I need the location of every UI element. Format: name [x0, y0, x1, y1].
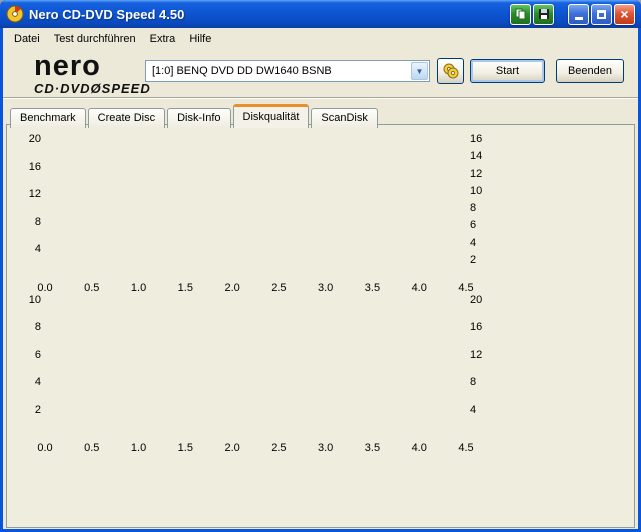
menubar: Datei Test durchführen Extra Hilfe [3, 28, 638, 49]
drive-select-value: [1:0] BENQ DVD DD DW1640 BSNB [152, 65, 332, 77]
quit-button[interactable]: Beenden [556, 59, 624, 83]
tab-scandisk[interactable]: ScanDisk [311, 108, 378, 128]
tabstrip: Benchmark Create Disc Disk-Info Diskqualitä… [10, 104, 380, 128]
x-axis-tick-label: 2.0 [224, 442, 240, 454]
tab-disk-info[interactable]: Disk-Info [167, 108, 231, 128]
y-axis-tick-label: 8 [470, 202, 477, 214]
y-axis-tick-label: 12 [470, 348, 483, 361]
y-axis-tick-label: 8 [470, 376, 477, 389]
save-results-button[interactable] [533, 3, 554, 25]
x-axis-tick-label: 4.0 [411, 442, 427, 454]
y-axis-tick-label: 16 [470, 321, 483, 334]
x-axis-tick-label: 3.0 [318, 282, 334, 294]
y-axis-tick-label: 6 [470, 219, 477, 232]
cdspeed-logo-text: CD·DVDØSPEED [34, 81, 151, 96]
x-axis-tick-label: 4.0 [411, 282, 427, 294]
minimize-button[interactable] [568, 3, 589, 25]
maximize-icon [597, 9, 606, 19]
minimize-icon [574, 17, 583, 20]
y-axis-tick-label: 10 [470, 184, 483, 197]
app-window: Nero CD-DVD Speed 4.50 × Datei Test durc… [0, 0, 641, 532]
y-axis-tick-label: 4 [34, 243, 41, 256]
y-axis-tick-label: 8 [34, 215, 41, 228]
x-axis-tick-label: 1.0 [130, 282, 147, 294]
chevron-down-icon[interactable]: ▼ [411, 62, 428, 80]
y-axis-tick-label: 12 [470, 167, 483, 180]
y-axis-tick-label: 4 [34, 376, 41, 389]
x-axis-tick-label: 4.5 [458, 282, 474, 294]
y-axis-tick-label: 8 [34, 321, 41, 334]
menu-item-test-durchführen[interactable]: Test durchführen [47, 31, 143, 47]
y-axis-tick-label: 4 [470, 403, 477, 416]
x-axis-tick-label: 0.0 [37, 442, 53, 454]
app-icon [6, 5, 24, 23]
y-axis-tick-label: 12 [28, 188, 41, 201]
x-axis-tick-label: 0.0 [37, 282, 53, 294]
close-button[interactable]: × [614, 3, 635, 25]
drive-select[interactable]: [1:0] BENQ DVD DD DW1640 BSNB ▼ [145, 60, 430, 82]
y-axis-tick-label: 2 [34, 403, 41, 416]
x-axis-tick-label: 3.5 [364, 282, 381, 294]
x-axis-tick-label: 0.5 [84, 282, 100, 294]
x-axis-tick-label: 2.5 [271, 442, 287, 454]
window-title: Nero CD-DVD Speed 4.50 [29, 6, 185, 22]
x-axis-tick-label: 0.5 [84, 442, 100, 454]
copy-results-button[interactable] [510, 3, 531, 25]
y-axis-tick-label: 6 [34, 348, 41, 361]
x-axis-tick-label: 2.5 [271, 282, 287, 294]
y-axis-tick-label: 16 [470, 133, 483, 145]
x-axis-tick-label: 1.0 [130, 442, 147, 454]
eject-disc-icon [443, 63, 458, 79]
copy-icon [515, 8, 526, 20]
maximize-button[interactable] [591, 3, 612, 25]
x-axis-tick-label: 1.5 [177, 282, 193, 294]
tab-diskqualität[interactable]: Diskqualität [232, 104, 310, 128]
y-axis-tick-label: 20 [470, 294, 483, 306]
y-axis-tick-label: 14 [470, 150, 483, 163]
close-icon: × [620, 6, 629, 22]
y-axis-tick-label: 10 [28, 294, 41, 306]
x-axis-tick-label: 3.0 [318, 442, 334, 454]
titlebar: Nero CD-DVD Speed 4.50 × [0, 0, 641, 28]
y-axis-tick-label: 16 [28, 160, 41, 173]
eject-button[interactable] [437, 58, 464, 84]
tab-panel [6, 124, 635, 528]
y-axis-tick-label: 2 [470, 253, 477, 266]
y-axis-tick-label: 4 [470, 236, 477, 249]
save-icon [538, 9, 549, 19]
x-axis-tick-label: 2.0 [224, 282, 240, 294]
x-axis-tick-label: 4.5 [458, 442, 474, 454]
nero-logo: nero CD·DVDØSPEED [34, 50, 151, 96]
toolbar-separator [3, 97, 638, 99]
menu-item-hilfe[interactable]: Hilfe [182, 31, 218, 47]
tab-benchmark[interactable]: Benchmark [10, 108, 86, 128]
tab-create-disc[interactable]: Create Disc [87, 108, 166, 128]
y-axis-tick-label: 20 [28, 133, 41, 145]
start-button[interactable]: Start [470, 59, 545, 83]
x-axis-tick-label: 1.5 [177, 442, 193, 454]
menu-item-extra[interactable]: Extra [143, 31, 183, 47]
nero-logo-text: nero [34, 50, 101, 82]
menu-item-datei[interactable]: Datei [7, 31, 47, 47]
x-axis-tick-label: 3.5 [364, 442, 381, 454]
